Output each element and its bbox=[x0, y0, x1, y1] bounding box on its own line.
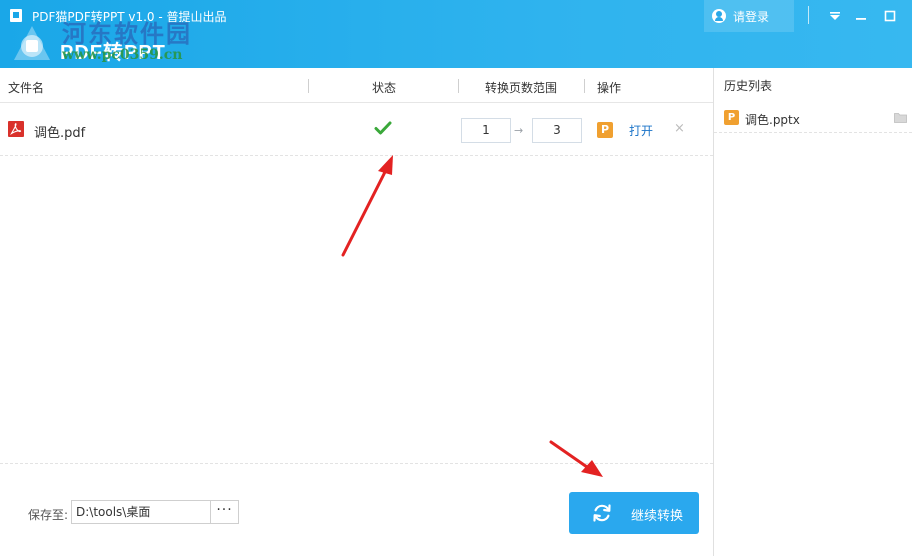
annotation-arrow bbox=[341, 155, 393, 257]
table-row[interactable]: 调色.pdf 1 → 3 P 打开 × bbox=[0, 104, 713, 156]
folder-icon[interactable] bbox=[894, 112, 907, 123]
page-to-input[interactable]: 3 bbox=[532, 118, 582, 143]
title-bar: PDF猫PDF转PPT v1.0 - 普提山出品 PDF转PPT 河东软件园 w… bbox=[0, 0, 912, 68]
bottom-separator bbox=[0, 463, 713, 464]
save-to-label: 保存至: bbox=[28, 508, 69, 522]
watermark-url: www.pc0359.cn bbox=[62, 47, 183, 63]
check-icon bbox=[374, 121, 392, 135]
save-path-input[interactable]: D:\tools\桌面 bbox=[71, 500, 211, 524]
history-title: 历史列表 bbox=[724, 79, 773, 93]
annotation-arrow bbox=[549, 440, 603, 477]
history-file-name: 调色.pptx bbox=[745, 113, 800, 127]
column-separator bbox=[584, 79, 585, 93]
minimize-icon bbox=[856, 18, 866, 20]
login-button[interactable]: 请登录 bbox=[704, 0, 794, 32]
range-arrow-icon: → bbox=[514, 124, 524, 137]
column-header-filename: 文件名 bbox=[8, 81, 45, 95]
file-name: 调色.pdf bbox=[34, 126, 86, 141]
app-logo-icon bbox=[14, 26, 50, 60]
file-table-header: 文件名 状态 转换页数范围 操作 bbox=[0, 68, 713, 103]
pdf-file-icon bbox=[8, 121, 24, 137]
column-separator bbox=[458, 79, 459, 93]
continue-convert-label: 继续转换 bbox=[631, 509, 684, 524]
browse-button[interactable]: ··· bbox=[210, 500, 239, 524]
menu-dropdown-button[interactable] bbox=[825, 6, 845, 26]
column-header-action: 操作 bbox=[597, 81, 622, 95]
app-window: PDF猫PDF转PPT v1.0 - 普提山出品 PDF转PPT 河东软件园 w… bbox=[0, 0, 912, 556]
login-label: 请登录 bbox=[733, 9, 770, 24]
refresh-icon bbox=[593, 504, 611, 522]
watermark-name: 河东软件园 bbox=[62, 19, 192, 48]
maximize-icon bbox=[884, 10, 896, 22]
history-panel: 历史列表 P 调色.pptx bbox=[713, 68, 912, 556]
ppt-badge-icon: P bbox=[724, 110, 739, 125]
column-header-page-range: 转换页数范围 bbox=[485, 81, 558, 95]
header-divider bbox=[808, 6, 809, 24]
user-icon bbox=[712, 9, 726, 23]
minimize-button[interactable] bbox=[851, 6, 871, 26]
maximize-button[interactable] bbox=[880, 6, 900, 26]
column-header-status: 状态 bbox=[372, 81, 397, 95]
column-separator bbox=[308, 79, 309, 93]
open-link[interactable]: 打开 bbox=[629, 122, 653, 139]
page-from-input[interactable]: 1 bbox=[461, 118, 511, 143]
history-item[interactable]: P 调色.pptx bbox=[714, 105, 912, 133]
remove-icon[interactable]: × bbox=[674, 121, 685, 136]
ppt-badge-icon: P bbox=[597, 122, 613, 138]
chevron-down-icon bbox=[830, 12, 840, 20]
continue-convert-button[interactable]: 继续转换 bbox=[569, 492, 699, 534]
